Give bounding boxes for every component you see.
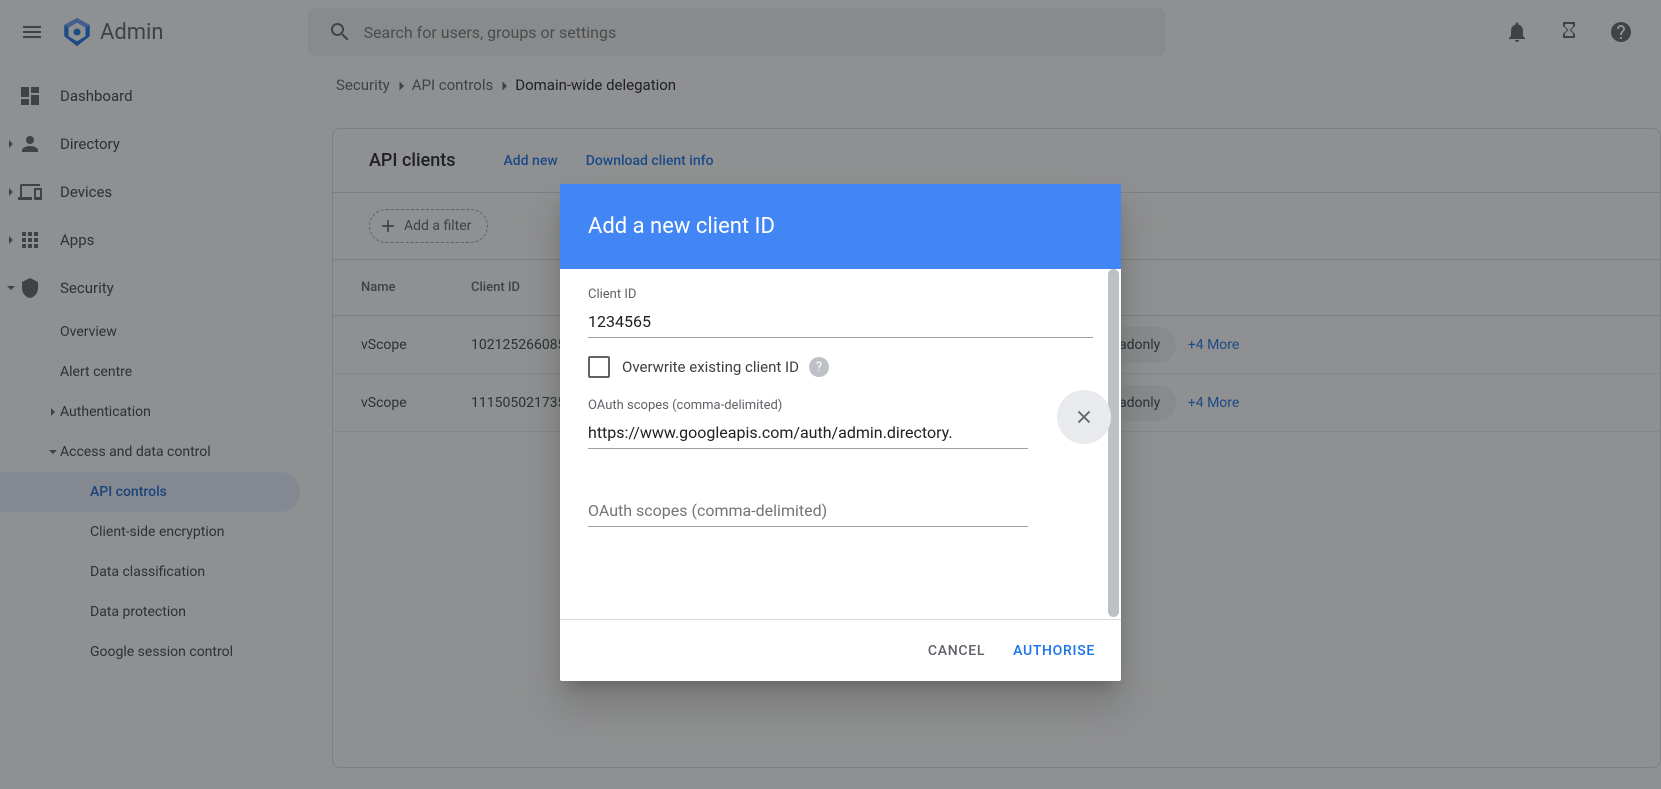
overwrite-label: Overwrite existing client ID — [622, 358, 799, 376]
dialog-footer: CANCEL AUTHORISE — [560, 619, 1121, 681]
dialog-scrollbar[interactable] — [1108, 269, 1119, 617]
scopes-input[interactable] — [588, 417, 1028, 449]
scopes-input-2[interactable] — [588, 495, 1028, 527]
help-icon[interactable]: ? — [809, 357, 829, 377]
cancel-button[interactable]: CANCEL — [928, 643, 985, 659]
dialog-body: Client ID Overwrite existing client ID ?… — [560, 269, 1121, 619]
dialog-title: Add a new client ID — [560, 184, 1121, 269]
add-client-dialog: Add a new client ID Client ID Overwrite … — [560, 184, 1121, 681]
scopes-field-2 — [588, 495, 1093, 527]
scopes-field: OAuth scopes (comma-delimited) — [588, 398, 1093, 449]
clear-scope-button[interactable] — [1057, 390, 1111, 444]
authorise-button[interactable]: AUTHORISE — [1013, 643, 1095, 659]
client-id-label: Client ID — [588, 287, 1093, 302]
client-id-input[interactable] — [588, 306, 1093, 338]
overwrite-checkbox[interactable] — [588, 356, 610, 378]
scopes-label: OAuth scopes (comma-delimited) — [588, 398, 1093, 413]
client-id-field: Client ID — [588, 287, 1093, 338]
close-icon — [1073, 406, 1095, 428]
overwrite-row: Overwrite existing client ID ? — [588, 356, 1093, 378]
